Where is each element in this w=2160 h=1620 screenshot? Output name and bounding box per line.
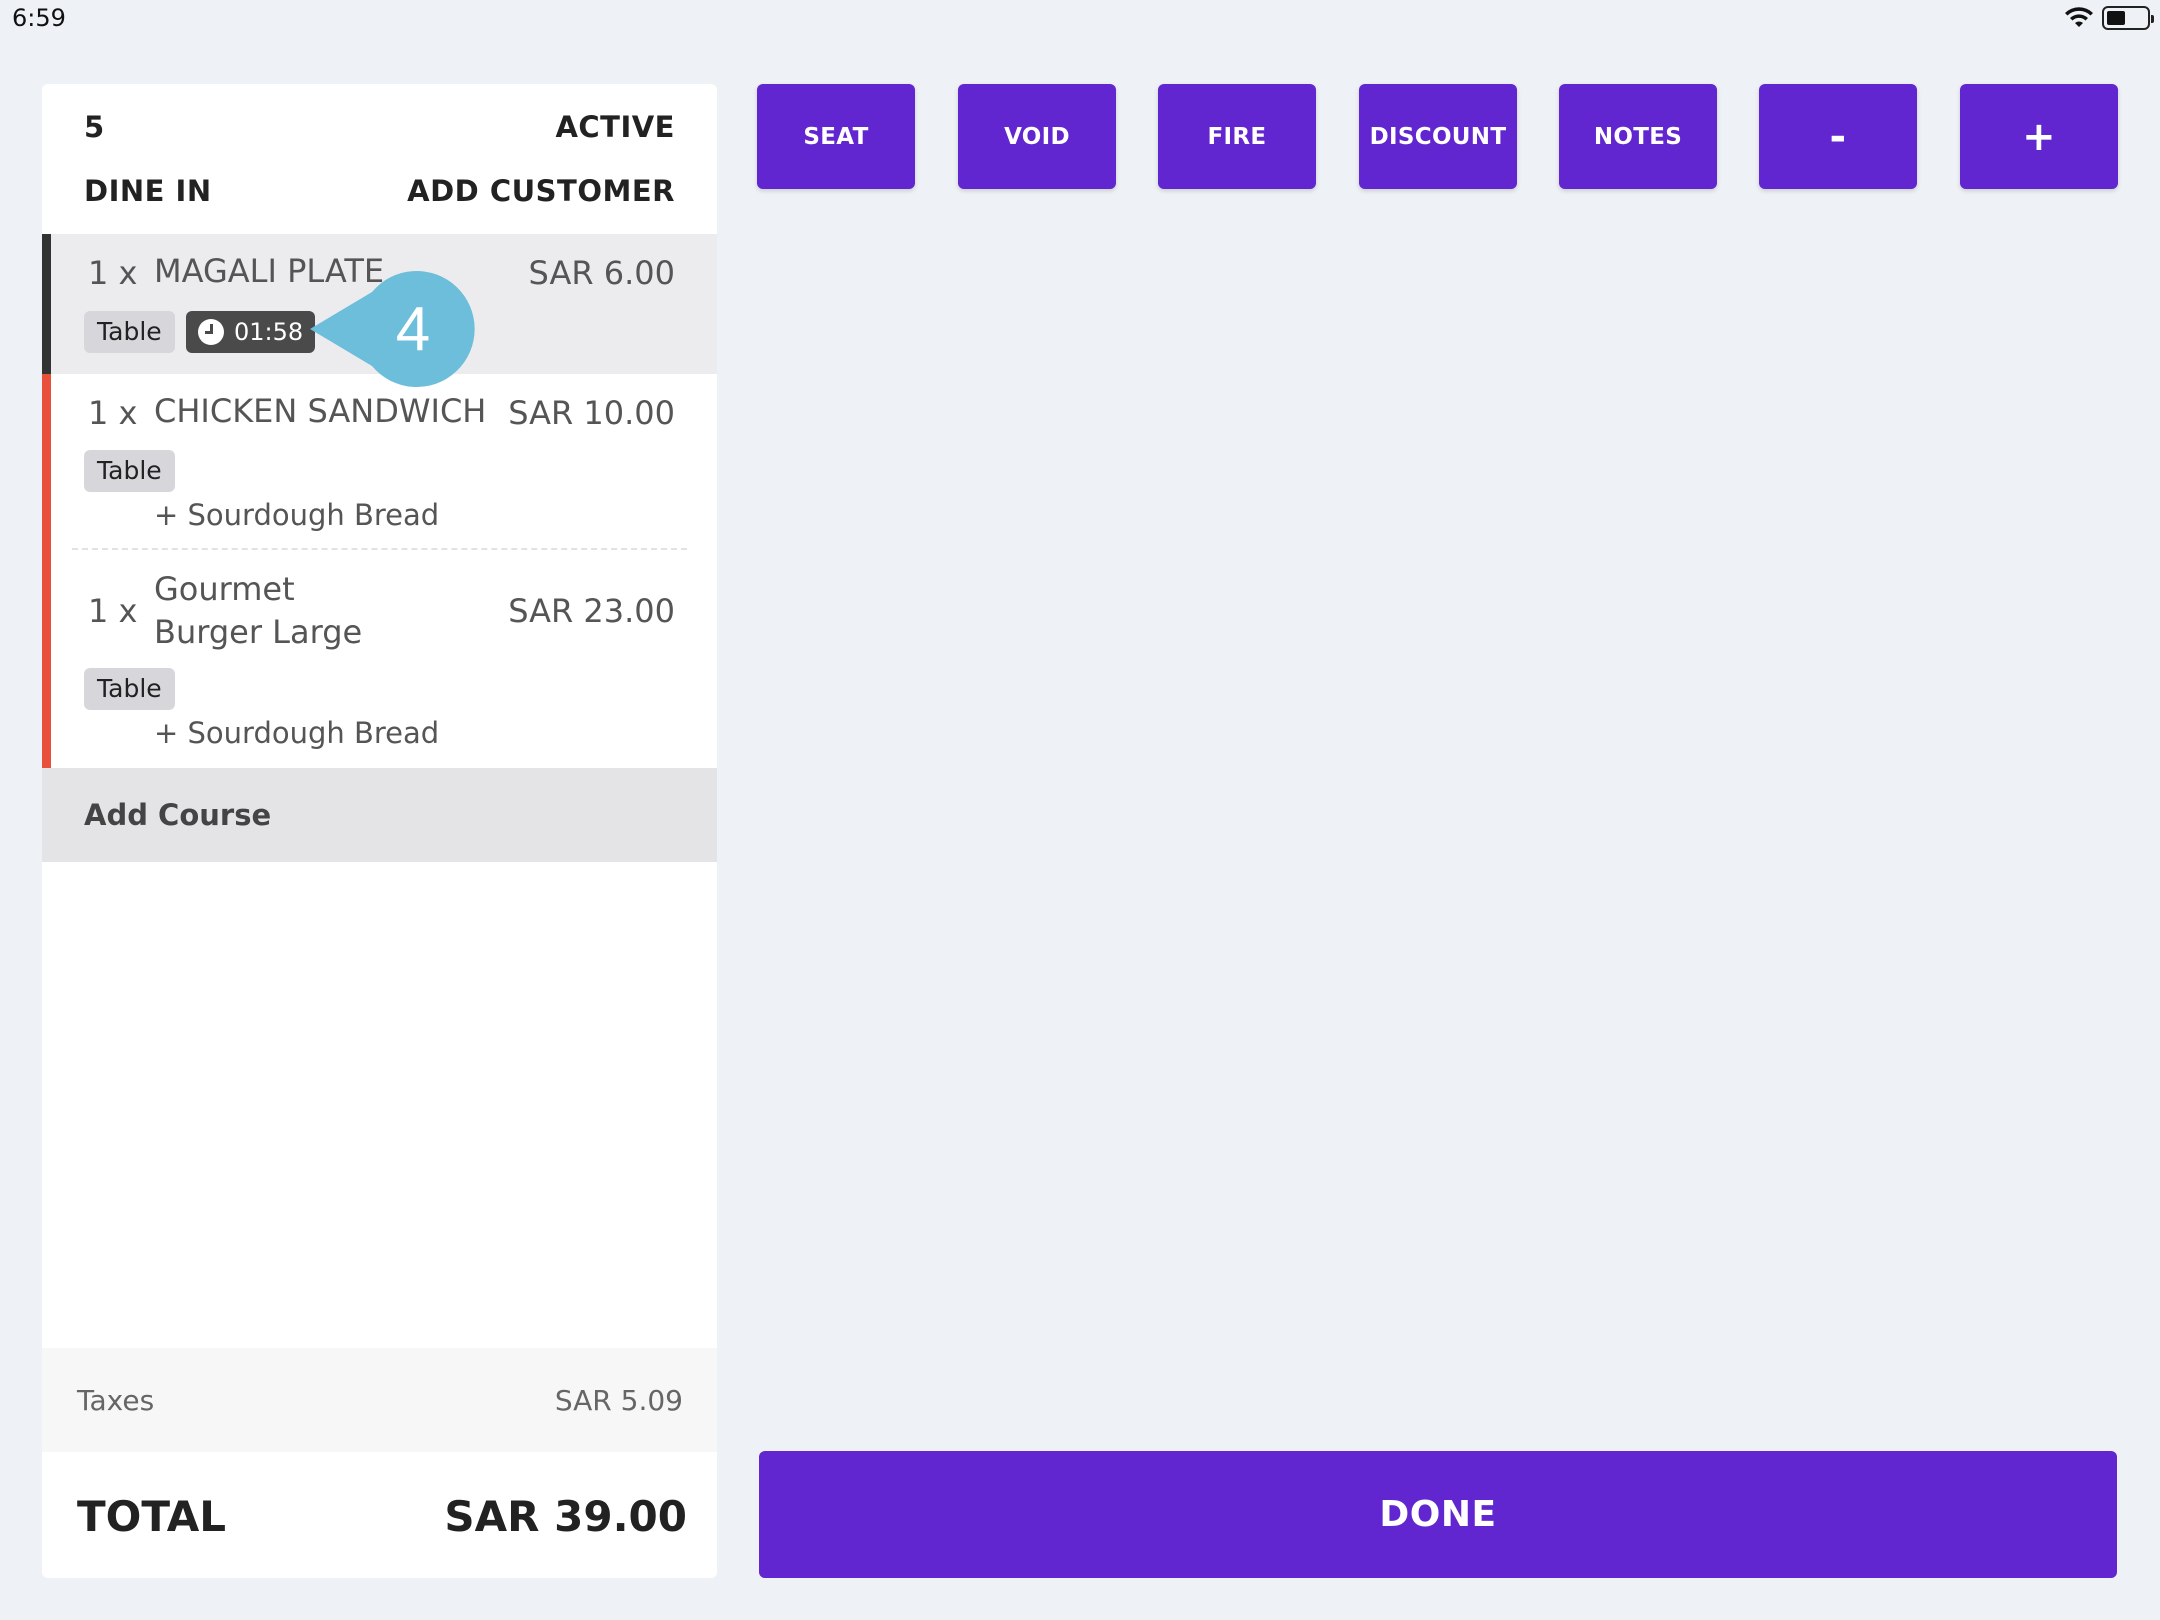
timer-badge: 01:58 — [186, 311, 316, 353]
table-tag: Table — [84, 311, 175, 353]
add-course-button[interactable]: Add Course — [42, 768, 717, 862]
item-qty: 1 x — [88, 394, 138, 432]
item-modifier: + Sourdough Bread — [154, 716, 440, 750]
item-price: SAR 10.00 — [508, 394, 675, 432]
notes-button[interactable]: NOTES — [1559, 84, 1717, 189]
order-status: ACTIVE — [555, 110, 675, 144]
add-customer-button[interactable]: ADD CUSTOMER — [407, 174, 675, 208]
item-qty: 1 x — [88, 592, 138, 630]
done-button[interactable]: DONE — [759, 1451, 2117, 1578]
status-icons — [2064, 6, 2154, 30]
item-name: CHICKEN SANDWICH — [154, 392, 487, 430]
order-item-chicken-sandwich[interactable]: 1 x CHICKEN SANDWICH SAR 10.00 Table + S… — [42, 374, 717, 550]
item-price: SAR 23.00 — [508, 592, 675, 630]
status-bar: 6:59 — [0, 0, 2160, 40]
item-qty: 1 x — [88, 254, 138, 292]
seat-button[interactable]: SEAT — [757, 84, 915, 189]
order-item-gourmet-burger[interactable]: 1 x Gourmet Burger Large SAR 23.00 Table… — [42, 550, 717, 768]
status-time: 6:59 — [12, 4, 66, 32]
item-status-bar — [42, 374, 51, 550]
total-value: SAR 39.00 — [444, 1492, 687, 1541]
item-modifier: + Sourdough Bread — [154, 498, 440, 532]
taxes-row: Taxes SAR 5.09 — [42, 1348, 717, 1452]
taxes-label: Taxes — [77, 1384, 155, 1417]
wifi-icon — [2065, 7, 2093, 27]
clock-icon — [198, 319, 224, 345]
taxes-value: SAR 5.09 — [554, 1384, 683, 1417]
table-tag: Table — [84, 668, 175, 710]
item-status-bar — [42, 234, 51, 374]
timer-value: 01:58 — [234, 318, 304, 346]
total-label: TOTAL — [77, 1492, 227, 1541]
void-button[interactable]: VOID — [958, 84, 1116, 189]
increase-button[interactable]: + — [1960, 84, 2118, 189]
callout-number: 4 — [396, 295, 430, 364]
order-number: 5 — [84, 110, 105, 144]
order-header: 5 ACTIVE DINE IN ADD CUSTOMER — [42, 84, 717, 234]
callout-marker: 4 — [310, 271, 475, 387]
item-name: Gourmet Burger Large — [154, 570, 363, 651]
battery-icon — [2102, 6, 2154, 30]
discount-button[interactable]: DISCOUNT — [1359, 84, 1517, 189]
item-status-bar — [42, 550, 51, 768]
order-type[interactable]: DINE IN — [84, 174, 212, 208]
decrease-button[interactable]: - — [1759, 84, 1917, 189]
item-price: SAR 6.00 — [528, 254, 675, 292]
table-tag: Table — [84, 450, 175, 492]
fire-button[interactable]: FIRE — [1158, 84, 1316, 189]
